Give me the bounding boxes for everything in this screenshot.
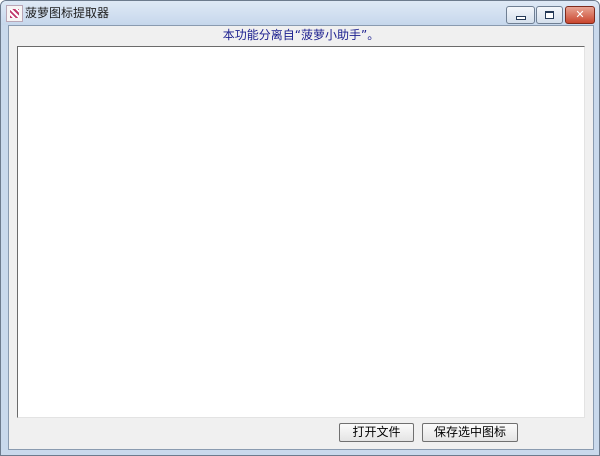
title-bar[interactable]: 菠萝图标提取器 ✕	[1, 1, 599, 25]
pineapple-app-icon[interactable]	[6, 5, 23, 22]
maximize-button[interactable]	[536, 6, 563, 24]
close-button[interactable]: ✕	[565, 6, 595, 24]
info-text: 本功能分离自“菠萝小助手”。	[222, 28, 380, 42]
client-area: 本功能分离自“菠萝小助手”。 打开文件 保存选中图标	[8, 25, 594, 450]
minimize-icon	[516, 16, 526, 20]
app-window: 菠萝图标提取器 ✕ 本功能分离自“菠萝小助手”。 打开文件 保存选中图标	[0, 0, 600, 456]
save-selected-icon-button[interactable]: 保存选中图标	[422, 423, 518, 442]
minimize-button[interactable]	[506, 6, 535, 24]
window-title: 菠萝图标提取器	[25, 6, 110, 20]
open-file-button[interactable]: 打开文件	[339, 423, 414, 442]
maximize-icon	[545, 11, 554, 19]
icon-list-view[interactable]	[17, 46, 585, 418]
close-icon: ✕	[575, 8, 585, 21]
